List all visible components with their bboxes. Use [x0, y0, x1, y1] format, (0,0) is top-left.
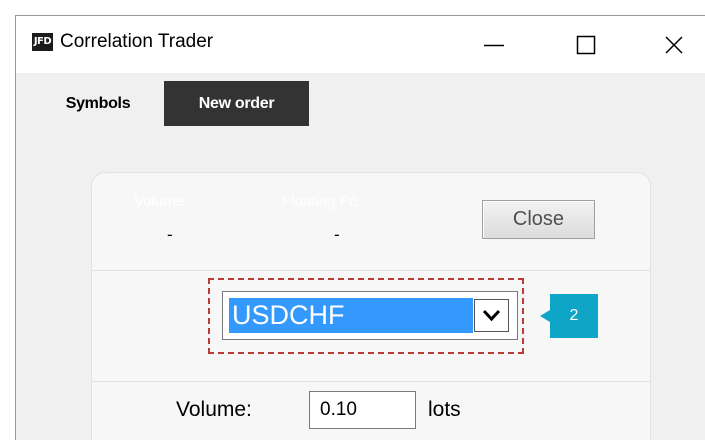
divider — [92, 270, 650, 271]
dropdown-button[interactable] — [474, 299, 509, 332]
close-position-button[interactable]: Close — [482, 200, 595, 239]
window-title: Correlation Trader — [60, 31, 214, 52]
floating-pl-header: Floating P/L — [282, 193, 363, 210]
callout-pointer — [540, 310, 550, 322]
maximize-button[interactable] — [563, 16, 609, 73]
tab-bar: Symbols New order — [16, 73, 705, 126]
symbol-select-value: USDCHF — [229, 298, 473, 333]
symbol-select[interactable]: USDCHF — [222, 291, 518, 340]
tab-new-order[interactable]: New order — [164, 81, 309, 126]
app-logo-icon: JFD — [32, 33, 53, 51]
volume-value: - — [167, 225, 173, 244]
step-callout: 2 — [540, 294, 598, 338]
close-window-button[interactable] — [651, 16, 697, 73]
floating-pl-value: - — [334, 225, 340, 244]
volume-header: Volume — [134, 193, 185, 210]
step-number-badge: 2 — [550, 294, 598, 338]
minimize-icon — [484, 44, 504, 47]
chevron-down-icon — [482, 309, 501, 322]
divider — [92, 381, 650, 382]
close-icon — [665, 36, 683, 54]
volume-unit: lots — [428, 398, 461, 421]
minimize-button[interactable] — [471, 16, 517, 73]
tab-symbols[interactable]: Symbols — [36, 81, 160, 126]
volume-label: Volume: — [176, 398, 252, 421]
maximize-icon — [576, 35, 596, 55]
title-bar: JFD Correlation Trader — [16, 16, 705, 73]
app-window: JFD Correlation Trader Symbols New order… — [15, 15, 705, 440]
volume-input[interactable]: 0.10 — [309, 391, 416, 429]
